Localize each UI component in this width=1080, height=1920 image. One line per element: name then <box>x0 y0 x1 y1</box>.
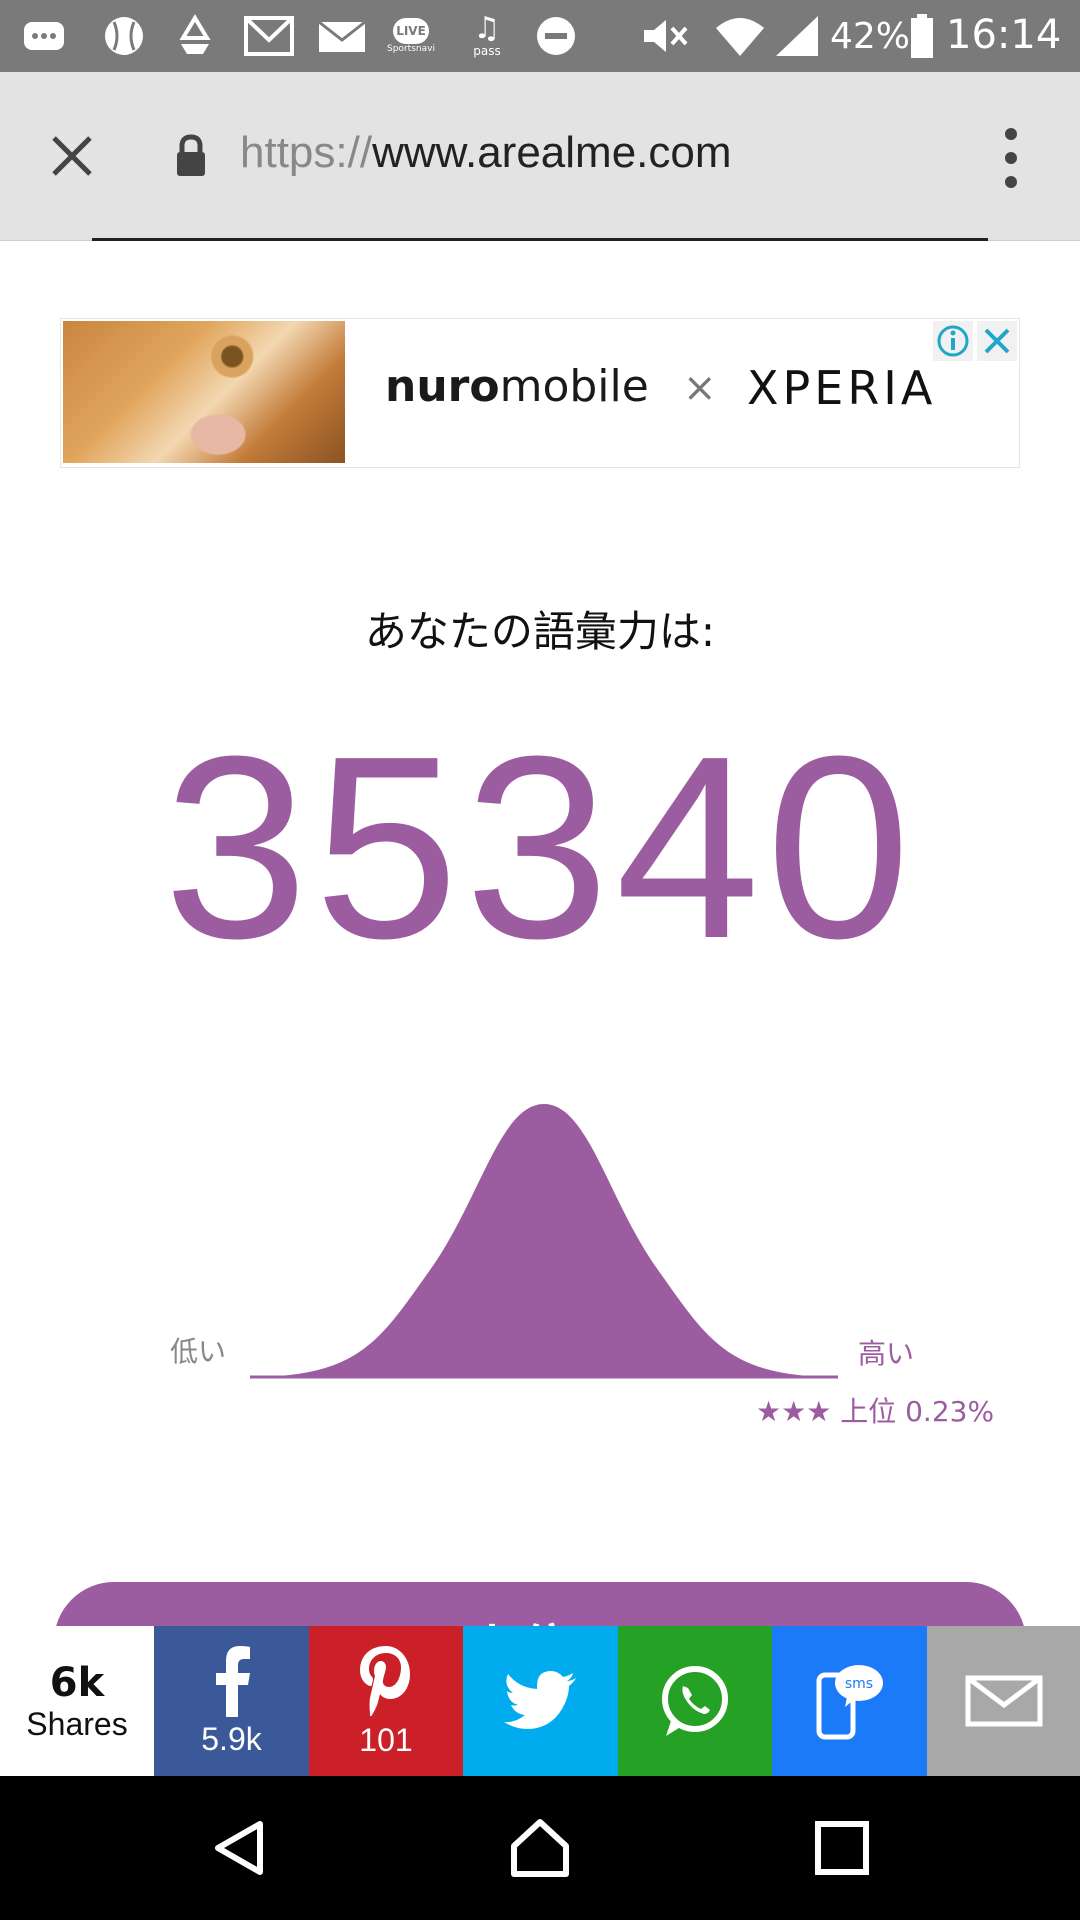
share-total-label: Shares <box>26 1705 128 1742</box>
sportsnavi-label: Sportsnavi <box>387 44 435 54</box>
back-button[interactable] <box>210 1818 270 1878</box>
ad-times-symbol: × <box>683 365 717 411</box>
url-host: www.arealme.com <box>372 128 732 177</box>
mute-icon <box>640 14 692 58</box>
svg-text:sms: sms <box>844 1676 872 1692</box>
vocabulary-score: 35340 <box>163 703 917 993</box>
gmail-icon <box>244 14 294 58</box>
live-badge: LIVE <box>393 18 429 44</box>
close-icon <box>984 328 1010 354</box>
low-label: 低い <box>170 1335 227 1368</box>
url-scheme: https:// <box>240 128 373 177</box>
rank-percentile: ★★★ 上位 0.23% <box>756 1390 994 1430</box>
sms-icon: sms <box>816 1665 883 1740</box>
info-icon <box>937 325 969 357</box>
whatsapp-icon <box>662 1666 728 1736</box>
whatsapp-share-button[interactable] <box>618 1626 772 1776</box>
facebook-share-count: 5.9k <box>201 1720 262 1757</box>
status-bar: LIVE Sportsnavi ♫ pass 42% 16:14 <box>0 0 1080 72</box>
sportsnavi-live-icon: LIVE Sportsnavi <box>386 14 436 58</box>
distribution-curve <box>0 1080 1080 1420</box>
baseball-icon <box>102 14 146 58</box>
close-icon <box>52 136 92 176</box>
page-header-divider <box>92 238 988 241</box>
ad-brand-nuromobile: nuromobile <box>385 361 649 412</box>
facebook-share-button[interactable]: 5.9k <box>154 1626 309 1776</box>
overflow-menu-button[interactable] <box>996 128 1026 188</box>
recents-button[interactable] <box>814 1820 870 1876</box>
home-button[interactable] <box>508 1816 572 1880</box>
ad-brand-xperia: XPERIA <box>747 361 937 415</box>
share-total-count: 6k <box>49 1659 105 1706</box>
lock-icon <box>174 134 208 178</box>
result-heading: あなたの語彙力は: <box>364 607 716 656</box>
chat-notification-icon <box>22 14 66 58</box>
twitter-share-button[interactable] <box>463 1626 618 1776</box>
recycle-icon <box>172 14 218 58</box>
home-icon <box>511 1819 569 1877</box>
do-not-disturb-icon <box>534 14 578 58</box>
url-bar[interactable]: https://www.arealme.com <box>240 128 732 178</box>
ad-banner[interactable]: nuromobile × XPERIA <box>60 318 1020 468</box>
share-bar: 6k Shares 5.9k 101 sms <box>0 1626 1080 1776</box>
back-icon <box>215 1821 263 1875</box>
pinterest-share-count: 101 <box>359 1721 413 1758</box>
clock: 16:14 <box>946 12 1062 58</box>
recents-icon <box>815 1821 869 1875</box>
battery-percent: 42% <box>830 16 911 57</box>
music-pass-icon: ♫ pass <box>473 11 501 59</box>
facebook-icon <box>215 1645 250 1717</box>
share-total: 6k Shares <box>0 1626 154 1776</box>
pass-label: pass <box>473 44 501 58</box>
ad-info-button[interactable] <box>933 321 973 361</box>
bell-curve-graphic <box>250 1104 838 1379</box>
signal-icon <box>774 14 820 58</box>
rank-stars: ★★★ <box>756 1395 832 1428</box>
email-share-button[interactable] <box>927 1626 1080 1776</box>
twitter-icon <box>503 1671 576 1729</box>
ad-close-button[interactable] <box>977 321 1017 361</box>
battery-icon <box>910 14 934 58</box>
high-label: 高い <box>858 1337 915 1370</box>
pinterest-share-button[interactable]: 101 <box>309 1626 463 1776</box>
pinterest-icon <box>360 1645 410 1716</box>
browser-toolbar: https://www.arealme.com <box>0 72 1080 241</box>
sms-share-button[interactable]: sms <box>772 1626 927 1776</box>
close-tab-button[interactable] <box>44 128 100 184</box>
wifi-icon <box>714 14 766 58</box>
au-mail-icon <box>316 14 368 58</box>
rank-text: 上位 0.23% <box>840 1395 995 1428</box>
email-icon <box>965 1675 1042 1727</box>
ad-cat-photo <box>63 321 345 463</box>
system-navigation-bar <box>0 1776 1080 1920</box>
